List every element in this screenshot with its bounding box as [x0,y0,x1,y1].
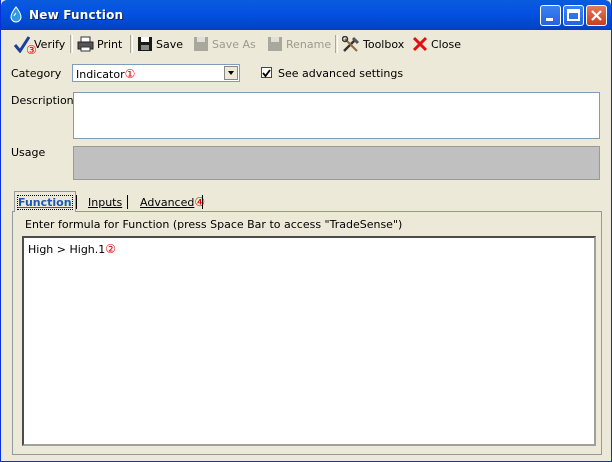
category-label: Category [11,67,62,80]
printer-icon [77,36,94,52]
description-field[interactable] [73,92,600,139]
toolbox-label: Toolbox [363,37,405,51]
close-window-button[interactable] [586,5,607,26]
formula-hint: Enter formula for Function (press Space … [25,218,403,231]
rename-label: Rename [286,37,332,51]
new-function-window: New Function Verify ③ Print Save Save As [0,0,612,462]
toolbar-separator [70,35,73,53]
title-bar[interactable]: New Function [1,0,611,30]
maximize-button[interactable] [563,5,584,26]
toolbar-separator [335,35,338,53]
tab-separator [76,195,77,209]
red-x-icon [412,36,428,52]
close-button[interactable]: Close [412,34,461,54]
minimize-icon [546,18,553,21]
minimize-button[interactable] [540,5,561,26]
formula-text: High > High.1② [28,242,117,256]
floppy-disk-icon [194,37,208,51]
checkmark-icon [262,69,271,78]
usage-label: Usage [11,146,46,159]
rename-button[interactable]: Rename [267,34,331,54]
save-button[interactable]: Save [137,34,183,54]
formula-editor[interactable]: High > High.1② [22,236,596,446]
save-as-label: Save As [212,37,256,51]
floppy-disk-icon [138,37,152,51]
tools-icon [342,35,360,52]
verify-button[interactable]: Verify [13,34,65,54]
formula-marker: ② [105,242,117,256]
verify-marker: ③ [26,43,37,57]
toolbar: Verify ③ Print Save Save As Rename Toolb… [5,31,609,57]
floppy-disk-icon [268,37,282,51]
app-drop-icon [10,6,22,23]
tab-inputs-label: Inputs [88,195,123,209]
category-value: Indicator① [76,67,136,81]
category-marker: ① [124,67,136,81]
tab-advanced-label: Advanced [140,195,195,209]
close-icon [591,10,602,21]
tab-separator [202,195,203,209]
tab-function-label: Function [17,194,73,210]
close-label: Close [431,37,461,51]
save-as-button[interactable]: Save As [193,34,256,54]
usage-field [73,146,600,180]
description-label: Description [11,94,74,107]
dropdown-button[interactable] [224,66,238,80]
print-button[interactable]: Print [77,34,122,54]
toolbox-button[interactable]: Toolbox [342,34,404,54]
chevron-down-icon [228,71,234,75]
maximize-icon [567,9,580,21]
print-label: Print [97,37,123,51]
tab-function[interactable]: Function [14,191,76,212]
window-title: New Function [29,8,124,22]
toolbar-separator [130,35,133,53]
category-select[interactable]: Indicator① [72,64,240,82]
verify-label: Verify [34,37,66,51]
advanced-settings-checkbox[interactable] [261,67,272,78]
tab-separator [127,195,128,209]
advanced-marker: ④ [194,195,206,209]
tab-inputs[interactable]: Inputs [88,193,122,211]
tab-advanced[interactable]: Advanced ④ [140,193,205,211]
save-label: Save [156,37,184,51]
advanced-settings-label: See advanced settings [278,67,404,80]
